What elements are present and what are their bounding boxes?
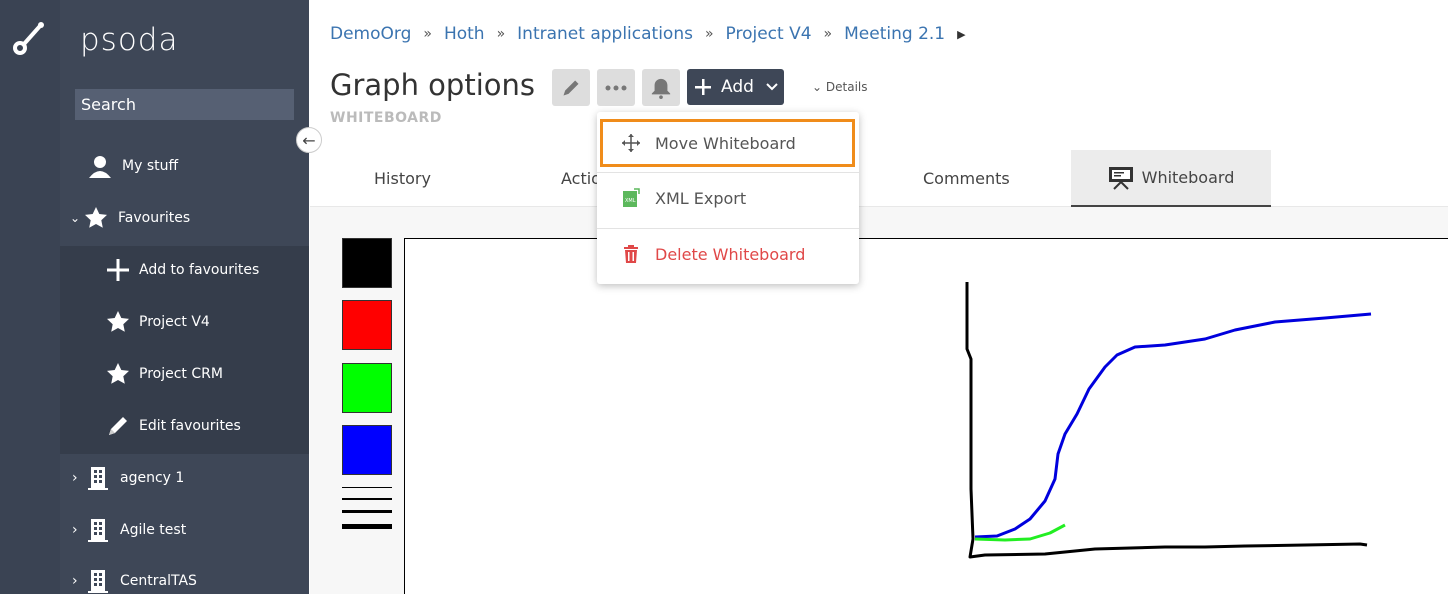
edit-button[interactable] [552, 69, 590, 106]
user-icon [88, 154, 112, 178]
trash-icon [621, 244, 641, 264]
building-icon [86, 569, 110, 593]
chevron-down-icon: ⌄ [812, 80, 823, 94]
plus-icon [695, 79, 711, 95]
tab-history[interactable]: History [374, 150, 431, 207]
icon-rail [0, 0, 60, 594]
sidebar-item-label: CentralTAS [120, 573, 197, 589]
black-axis-stroke [965, 282, 1368, 559]
tab-actions[interactable]: Actio [561, 150, 601, 207]
sidebar-item-label: Edit favourites [139, 418, 241, 434]
star-icon [106, 310, 130, 334]
page-subtitle: WHITEBOARD [330, 110, 442, 126]
tab-whiteboard-label: Whiteboard [1141, 168, 1235, 187]
add-button[interactable]: Add [687, 69, 784, 105]
tab-bar: History Actio Comments Whiteboard [310, 150, 1448, 207]
menu-item-label: Delete Whiteboard [655, 244, 806, 264]
breadcrumb-separator: » [423, 26, 432, 42]
add-button-label: Add [721, 77, 754, 97]
menu-item-label: XML Export [655, 188, 747, 208]
star-icon [84, 206, 108, 230]
tab-comments[interactable]: Comments [923, 150, 1010, 207]
chevron-right-icon: › [72, 470, 78, 486]
sidebar-item-project-v4[interactable]: Project V4 [60, 296, 309, 348]
psoda-logo-icon[interactable] [10, 18, 50, 58]
sidebar-item-centraltas[interactable]: › CentralTAS [60, 555, 309, 607]
pencil-icon [106, 414, 130, 438]
caret-right-icon[interactable]: ▶ [957, 28, 965, 41]
xml-icon: XML [621, 188, 641, 208]
breadcrumb-link[interactable]: DemoOrg [330, 24, 411, 44]
building-icon [86, 466, 110, 490]
sidebar-item-label: Add to favourites [139, 262, 260, 278]
chevron-right-icon: › [72, 573, 78, 589]
sidebar-item-label: My stuff [122, 158, 179, 174]
plus-icon [106, 258, 130, 282]
svg-text:XML: XML [625, 198, 636, 204]
breadcrumb-link[interactable]: Meeting 2.1 [844, 24, 945, 44]
sidebar-item-label: agency 1 [120, 470, 185, 486]
breadcrumb-link[interactable]: Hoth [444, 24, 485, 44]
drawing-canvas[interactable] [404, 238, 1448, 594]
breadcrumb-separator: » [496, 26, 506, 42]
sidebar-item-edit-favourites[interactable]: Edit favourites [60, 400, 309, 452]
line-width-thick[interactable] [342, 510, 392, 513]
building-icon [86, 518, 110, 542]
sidebar: psoda Search My stuff ⌄ Favourites Add t… [60, 0, 309, 594]
ellipsis-icon [605, 85, 627, 90]
arrow-left-icon: ← [302, 130, 316, 150]
line-width-thin[interactable] [342, 487, 392, 488]
chevron-right-icon: › [72, 522, 78, 538]
sidebar-item-my-stuff[interactable]: My stuff [60, 140, 309, 192]
sidebar-item-label: Agile test [120, 522, 187, 538]
tab-whiteboard[interactable]: Whiteboard [1071, 150, 1271, 207]
sidebar-item-project-crm[interactable]: Project CRM [60, 348, 309, 400]
menu-item-delete-whiteboard[interactable]: Delete Whiteboard [597, 229, 859, 279]
chevron-down-icon [766, 83, 778, 91]
menu-item-xml-export[interactable]: XML XML Export [597, 173, 859, 223]
focus-highlight [600, 119, 855, 167]
sidebar-item-agency-1[interactable]: › agency 1 [60, 452, 309, 504]
pencil-icon [563, 80, 579, 95]
color-swatch-red[interactable] [342, 300, 392, 350]
more-options-button[interactable] [597, 69, 635, 106]
sidebar-item-label: Favourites [118, 210, 191, 226]
breadcrumb-separator: » [704, 26, 714, 42]
color-swatch-blue[interactable] [342, 425, 392, 475]
sidebar-item-add-to-favourites[interactable]: Add to favourites [60, 244, 309, 296]
line-width-medium[interactable] [342, 498, 392, 500]
line-width-heavy[interactable] [342, 524, 392, 529]
details-label: Details [825, 80, 868, 94]
bell-icon [651, 78, 671, 99]
page-title: Graph options [330, 68, 535, 102]
sidebar-item-agile-test[interactable]: › Agile test [60, 504, 309, 556]
breadcrumb-link[interactable]: Intranet applications [517, 24, 693, 44]
sidebar-item-label: Project V4 [139, 314, 210, 330]
blue-curve-stroke [974, 312, 1372, 539]
color-swatch-green[interactable] [342, 363, 392, 413]
brand-name: psoda [80, 22, 179, 58]
star-icon [106, 362, 130, 386]
notify-button[interactable] [642, 69, 680, 106]
breadcrumb-separator: » [823, 26, 833, 42]
collapse-sidebar-button[interactable]: ← [296, 127, 322, 153]
search-input[interactable]: Search [75, 89, 294, 120]
details-toggle[interactable]: ⌄ Details [812, 80, 868, 94]
chevron-down-icon: ⌄ [70, 211, 81, 225]
color-swatch-black[interactable] [342, 238, 392, 288]
breadcrumb-link[interactable]: Project V4 [726, 24, 812, 44]
breadcrumb: DemoOrg » Hoth » Intranet applications »… [330, 24, 966, 44]
drawing-strokes [965, 282, 1372, 559]
sidebar-item-favourites[interactable]: ⌄ Favourites [60, 192, 309, 244]
whiteboard-icon [1108, 166, 1133, 190]
sidebar-item-label: Project CRM [139, 366, 223, 382]
